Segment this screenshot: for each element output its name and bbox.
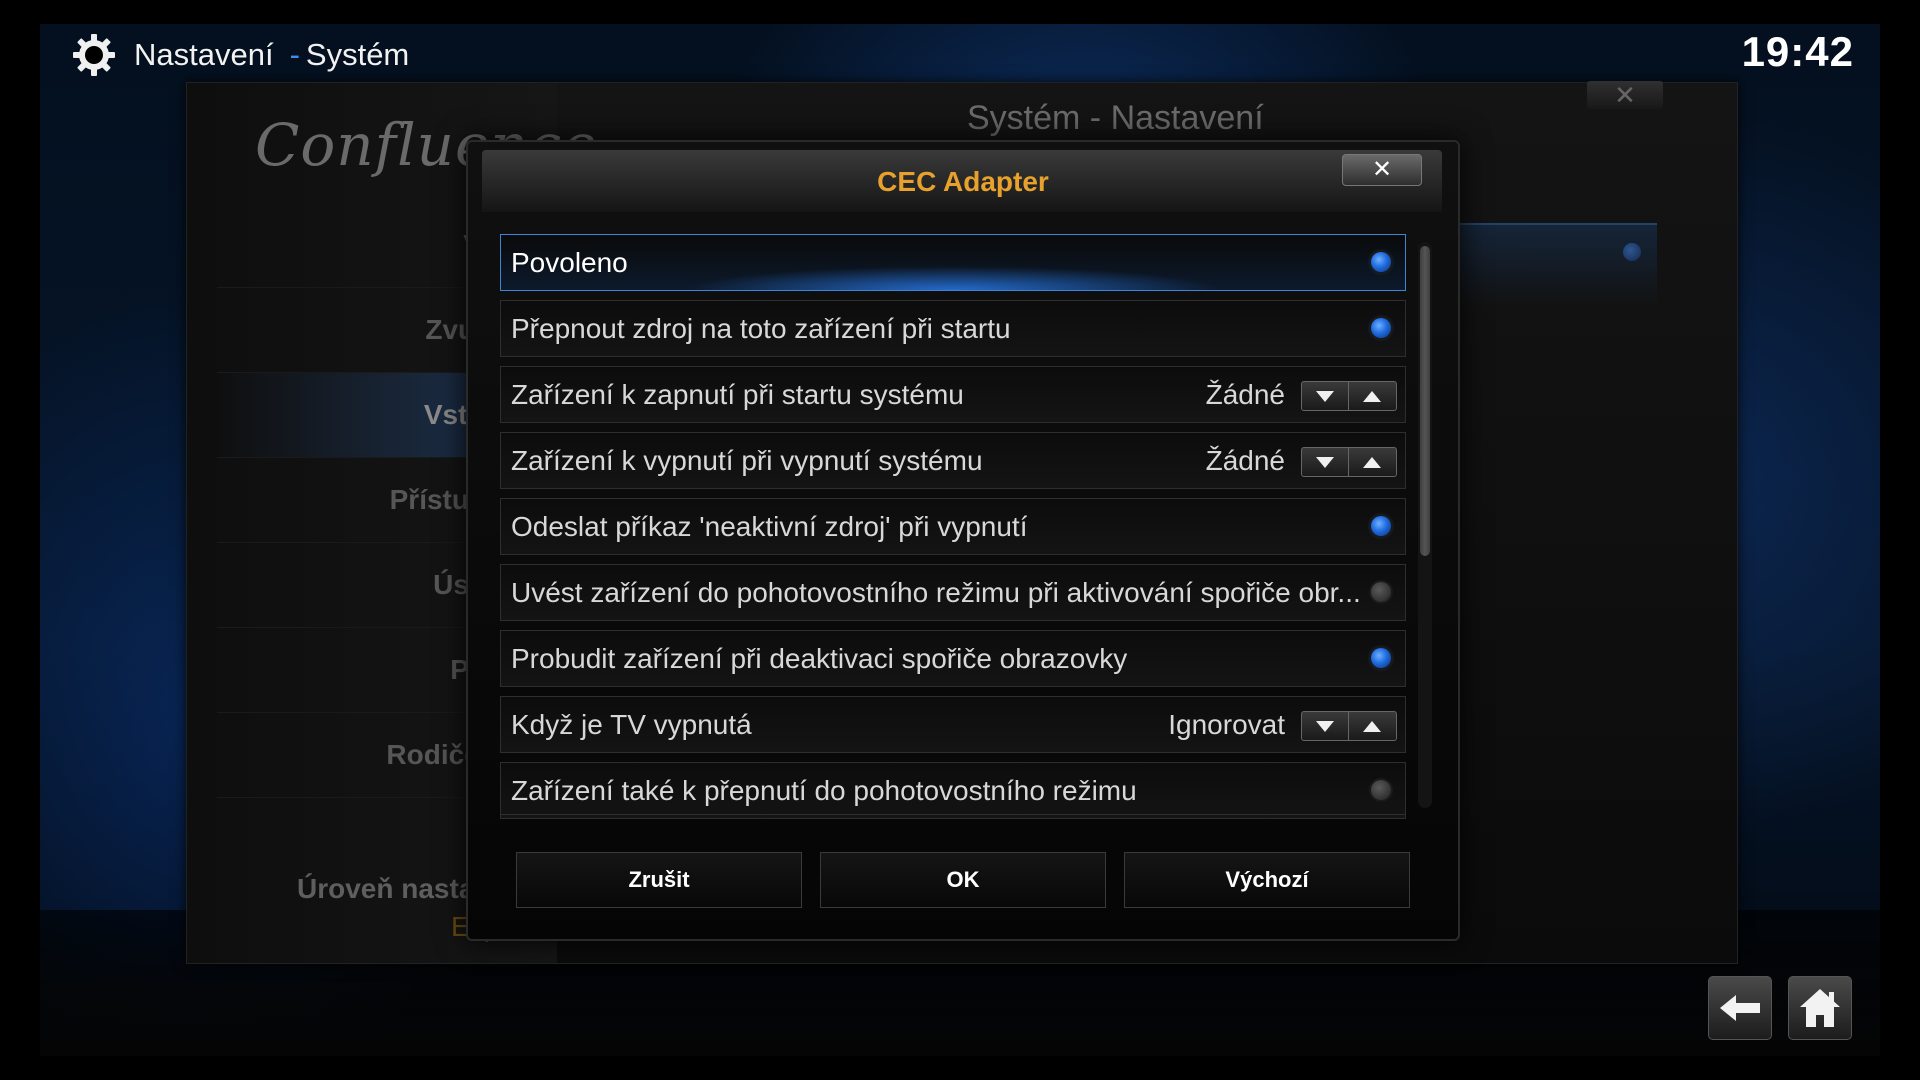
radio-on-icon[interactable] <box>1371 252 1391 272</box>
setting-label: Uvést zařízení do pohotovostního režimu … <box>511 577 1361 608</box>
home-icon <box>1800 989 1840 1027</box>
setting-row-wake-on-screensaver-deactivate[interactable]: Probudit zařízení při deaktivaci spořiče… <box>500 630 1406 687</box>
settings-window-title: Systém - Nastavení <box>967 99 1264 137</box>
arrow-up-icon <box>1363 720 1381 732</box>
setting-label: Když je TV vypnutá <box>511 709 752 740</box>
scrollbar-thumb[interactable] <box>1420 246 1430 556</box>
setting-label: Probudit zařízení při deaktivaci spořiče… <box>511 643 1128 674</box>
setting-row-devices-power-on-start[interactable]: Zařízení k zapnutí při startu systému Žá… <box>500 366 1406 423</box>
spin-down-button[interactable] <box>1302 712 1348 740</box>
radio-off-icon[interactable] <box>1371 780 1391 800</box>
radio-on-icon[interactable] <box>1371 648 1391 668</box>
setting-row-when-tv-off[interactable]: Když je TV vypnutá Ignorovat <box>500 696 1406 753</box>
spin-down-button[interactable] <box>1302 448 1348 476</box>
arrow-up-icon <box>1363 390 1381 402</box>
setting-row-devices-also-standby[interactable]: Zařízení také k přepnutí do pohotovostní… <box>500 762 1406 819</box>
list-next-row-edge <box>500 814 1406 825</box>
spin-control <box>1301 447 1397 477</box>
top-header: Nastavení - Systém <box>70 28 409 82</box>
page-subtitle: Systém <box>305 37 410 72</box>
setting-value: Žádné <box>1205 379 1285 410</box>
setting-label: Přepnout zdroj na toto zařízení při star… <box>511 313 1011 344</box>
spin-down-button[interactable] <box>1302 382 1348 410</box>
radio-on-icon[interactable] <box>1371 516 1391 536</box>
spin-control <box>1301 381 1397 411</box>
gear-icon <box>73 34 115 76</box>
back-button[interactable] <box>1708 976 1772 1040</box>
arrow-down-icon <box>1316 720 1334 732</box>
dialog-close-button[interactable]: ✕ <box>1342 154 1422 186</box>
setting-row-switch-source-on-start[interactable]: Přepnout zdroj na toto zařízení při star… <box>500 300 1406 357</box>
cec-adapter-dialog: CEC Adapter ✕ Povoleno Přepnout zdroj na… <box>466 140 1460 941</box>
ok-button[interactable]: OK <box>820 852 1106 908</box>
spin-up-button[interactable] <box>1348 448 1395 476</box>
setting-row-enabled[interactable]: Povoleno <box>500 234 1406 291</box>
arrow-down-icon <box>1316 390 1334 402</box>
settings-list: Povoleno Přepnout zdroj na toto zařízení… <box>500 234 1406 828</box>
dialog-buttons: Zrušit OK Výchozí <box>516 852 1410 908</box>
clock: 19:42 <box>1741 28 1854 75</box>
spin-up-button[interactable] <box>1348 712 1395 740</box>
setting-label: Povoleno <box>511 247 628 278</box>
setting-value: Ignorovat <box>1168 709 1285 740</box>
dialog-title: CEC Adapter <box>877 166 1049 197</box>
arrow-up-icon <box>1363 456 1381 468</box>
setting-row-standby-on-screensaver[interactable]: Uvést zařízení do pohotovostního režimu … <box>500 564 1406 621</box>
background-focused-row <box>1447 223 1657 307</box>
setting-value: Žádné <box>1205 445 1285 476</box>
default-button[interactable]: Výchozí <box>1124 852 1410 908</box>
settings-window-close-button[interactable]: ✕ <box>1587 81 1663 109</box>
radio-off-icon[interactable] <box>1371 582 1391 602</box>
setting-label: Odeslat příkaz 'neaktivní zdroj' při vyp… <box>511 511 1028 542</box>
cancel-button[interactable]: Zrušit <box>516 852 802 908</box>
arrow-down-icon <box>1316 456 1334 468</box>
home-button[interactable] <box>1788 976 1852 1040</box>
setting-row-devices-power-off-shutdown[interactable]: Zařízení k vypnutí při vypnutí systému Ž… <box>500 432 1406 489</box>
page-title: Nastavení <box>134 37 274 72</box>
background-radio-indicator <box>1623 243 1641 261</box>
spin-control <box>1301 711 1397 741</box>
setting-row-send-inactive-source[interactable]: Odeslat příkaz 'neaktivní zdroj' při vyp… <box>500 498 1406 555</box>
setting-label: Zařízení k zapnutí při startu systému <box>511 379 964 410</box>
scrollbar[interactable] <box>1418 242 1432 808</box>
setting-label: Zařízení k vypnutí při vypnutí systému <box>511 445 983 476</box>
back-arrow-icon <box>1720 995 1760 1021</box>
title-separator: - <box>289 37 300 72</box>
radio-on-icon[interactable] <box>1371 318 1391 338</box>
setting-label: Zařízení také k přepnutí do pohotovostní… <box>511 775 1137 806</box>
spin-up-button[interactable] <box>1348 382 1395 410</box>
